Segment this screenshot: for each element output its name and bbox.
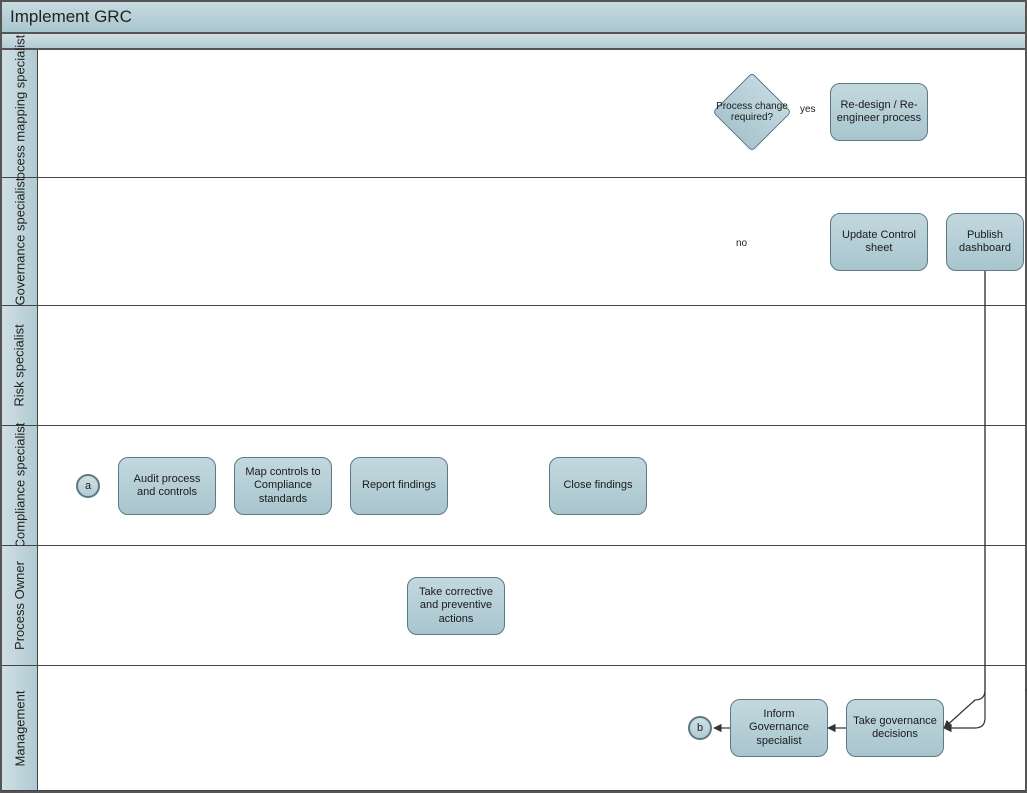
lane-label-text: Process mapping specialist [12, 35, 27, 193]
lanes-container: Process mapping specialist Process chang… [2, 50, 1025, 791]
lane-management: Management Take governance decisions Inf… [2, 666, 1025, 791]
lane-body [38, 306, 1025, 425]
lane-label-text: Governance specialist [12, 178, 27, 306]
lane-label-text: Process Owner [12, 561, 27, 650]
pool-sub-header [2, 34, 1025, 50]
lane-label: Compliance specialist [2, 426, 38, 545]
gateway-label: Process change required? [710, 101, 794, 124]
task-redesign: Re-design / Re-engineer process [830, 83, 928, 141]
lane-risk: Risk specialist [2, 306, 1025, 426]
gateway-process-change: Process change required? [716, 76, 788, 148]
task-inform-governance: Inform Governance specialist [730, 699, 828, 757]
lane-label-text: Compliance specialist [12, 423, 27, 549]
lane-label: Management [2, 666, 38, 790]
end-event-b: b [688, 716, 712, 740]
swimlane-pool: Implement GRC [0, 0, 1027, 793]
lane-body: Take corrective and preventive actions [38, 546, 1025, 665]
task-audit: Audit process and controls [118, 457, 216, 515]
lane-process-mapping: Process mapping specialist Process chang… [2, 50, 1025, 178]
lane-process-owner: Process Owner Take corrective and preven… [2, 546, 1025, 666]
lane-body: no Update Control sheet Publish dashboar… [38, 178, 1025, 305]
lane-body: Process change required? yes Re-design /… [38, 50, 1025, 177]
lane-compliance: Compliance specialist a Audit process an… [2, 426, 1025, 546]
task-report-findings: Report findings [350, 457, 448, 515]
lane-body: a Audit process and controls Map control… [38, 426, 1025, 545]
lane-label: Governance specialist [2, 178, 38, 305]
lane-label-text: Management [12, 690, 27, 766]
lane-label: Process mapping specialist [2, 50, 38, 177]
edge-label-no: no [736, 238, 747, 249]
lane-body: Take governance decisions Inform Governa… [38, 666, 1025, 790]
task-governance-decisions: Take governance decisions [846, 699, 944, 757]
task-update-control-sheet: Update Control sheet [830, 213, 928, 271]
lane-label-text: Risk specialist [12, 324, 27, 406]
lane-label: Process Owner [2, 546, 38, 665]
lane-governance: Governance specialist no Update Control … [2, 178, 1025, 306]
start-event-a: a [76, 474, 100, 498]
task-capa: Take corrective and preventive actions [407, 577, 505, 635]
pool-title: Implement GRC [2, 2, 1025, 34]
edge-label-yes: yes [800, 104, 816, 115]
task-publish-dashboard: Publish dashboard [946, 213, 1024, 271]
task-map-controls: Map controls to Compliance standards [234, 457, 332, 515]
task-close-findings: Close findings [549, 457, 647, 515]
lane-label: Risk specialist [2, 306, 38, 425]
